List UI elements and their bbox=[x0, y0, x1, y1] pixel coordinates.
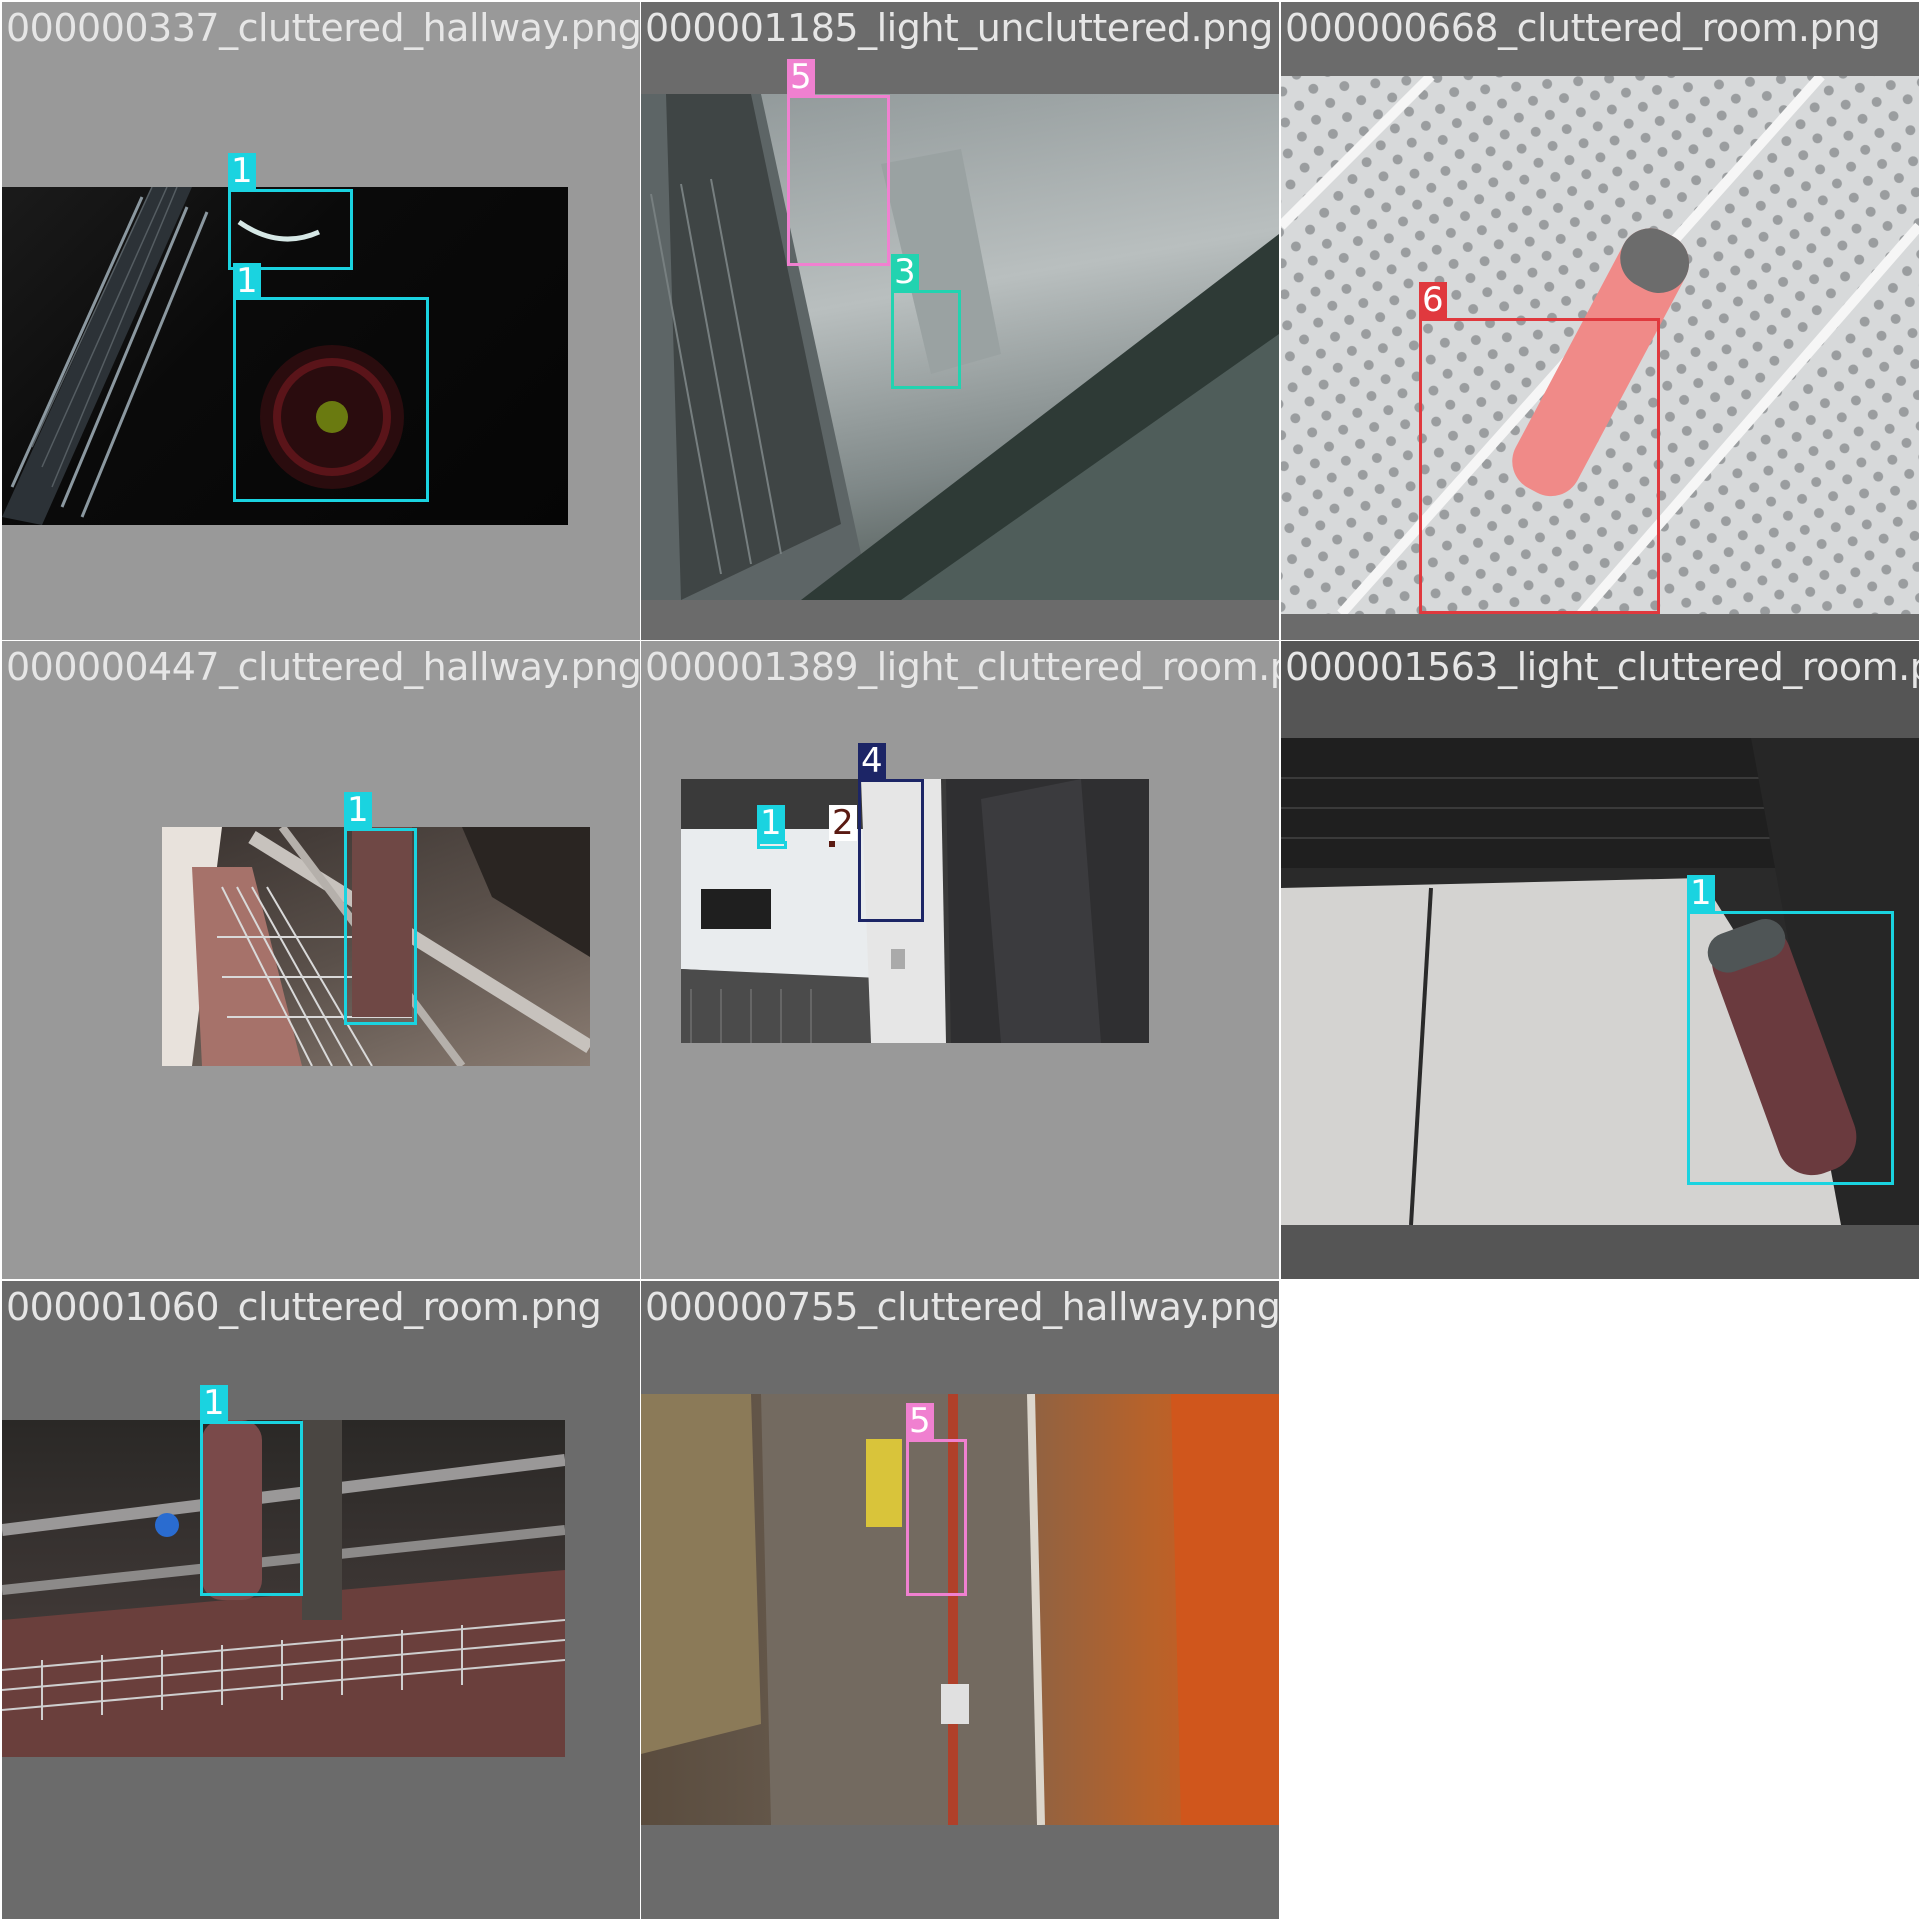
box-label: 2 bbox=[829, 805, 857, 841]
tile-filename: 000001389_light_cluttered_room.png bbox=[645, 645, 1279, 689]
mosaic-tile[interactable]: 000000755_cluttered_hallway.png 5 bbox=[641, 1281, 1279, 1919]
mosaic-tile[interactable]: 000000447_cluttered_hallway.png 1 bbox=[2, 641, 640, 1279]
bounding-box bbox=[344, 828, 417, 1025]
image-mosaic-grid: 000000337_cluttered_hallway.png 1 1 0000… bbox=[0, 0, 1920, 1920]
box-label: 1 bbox=[757, 805, 785, 841]
box-label: 6 bbox=[1419, 282, 1447, 318]
bounding-box bbox=[1687, 911, 1894, 1185]
tile-filename: 000000337_cluttered_hallway.png bbox=[6, 6, 640, 50]
mosaic-tile[interactable]: 000000337_cluttered_hallway.png 1 1 bbox=[2, 2, 640, 640]
tile-filename: 000000668_cluttered_room.png bbox=[1285, 6, 1881, 50]
mosaic-tile[interactable]: 000001185_light_uncluttered.png 5 3 bbox=[641, 2, 1279, 640]
box-label: 1 bbox=[228, 153, 256, 189]
tile-filename: 000000447_cluttered_hallway.png bbox=[6, 645, 640, 689]
box-label: 1 bbox=[344, 792, 372, 828]
box-label: 5 bbox=[906, 1403, 934, 1439]
mosaic-tile[interactable]: 000001563_light_cluttered_room.png 1 bbox=[1281, 641, 1919, 1279]
box-label: 3 bbox=[891, 254, 919, 290]
bounding-box bbox=[891, 290, 961, 389]
box-label: 1 bbox=[1687, 875, 1715, 911]
bounding-box bbox=[906, 1439, 967, 1596]
tile-filename: 000001185_light_uncluttered.png bbox=[645, 6, 1273, 50]
bounding-box bbox=[858, 779, 924, 922]
box-label: 1 bbox=[233, 263, 261, 299]
mosaic-tile[interactable]: 000000668_cluttered_room.png 6 bbox=[1281, 2, 1919, 640]
tile-filename: 000000755_cluttered_hallway.png bbox=[645, 1285, 1279, 1329]
bounding-box bbox=[200, 1421, 303, 1596]
mosaic-tile[interactable]: 000001060_cluttered_room.png 1 bbox=[2, 1281, 640, 1919]
mosaic-tile[interactable]: 000001389_light_cluttered_room.png 4 1 2 bbox=[641, 641, 1279, 1279]
box-label: 5 bbox=[787, 59, 815, 95]
bounding-box bbox=[787, 95, 890, 266]
box-label: 4 bbox=[858, 743, 886, 779]
bounding-box bbox=[228, 189, 353, 270]
bounding-box bbox=[233, 297, 429, 502]
tile-filename: 000001060_cluttered_room.png bbox=[6, 1285, 602, 1329]
bounding-box bbox=[1419, 318, 1660, 614]
tile-filename: 000001563_light_cluttered_room.png bbox=[1285, 645, 1919, 689]
box-label: 1 bbox=[200, 1385, 228, 1421]
